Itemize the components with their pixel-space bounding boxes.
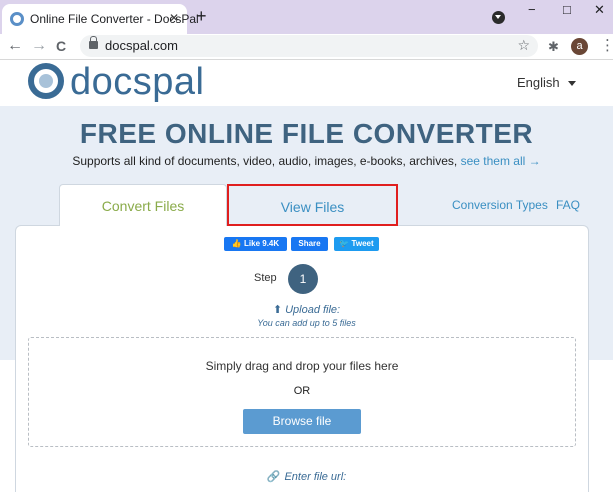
caret-down-icon [567,81,576,87]
link-icon: 🔗 [266,471,281,483]
site-logo-text[interactable]: docspal [70,61,204,103]
conversion-types-link[interactable]: Conversion Types [452,198,548,212]
forward-button[interactable]: → [31,37,47,55]
lock-icon[interactable] [89,36,98,49]
docspal-favicon-icon [10,12,24,26]
browser-menu-icon[interactable]: ⋮ [600,37,613,55]
address-bar[interactable]: docspal.com ☆ [80,35,538,57]
enter-file-url-heading: 🔗 Enter file url: [0,470,613,483]
step-number-badge: 1 [288,264,318,294]
upload-file-heading: ⬆ Upload file: [0,303,613,316]
twitter-bird-icon: 🐦 [339,239,352,248]
supported-formats-text: Supports all kind of documents, video, a… [72,154,461,168]
url-text: docspal.com [105,38,178,53]
upload-limit-text: You can add up to 5 files [257,318,356,328]
maximize-button[interactable]: □ [563,3,571,17]
back-button[interactable]: ← [7,37,23,55]
upload-file-title: Upload file: [285,304,341,316]
close-window-button[interactable]: ✕ [594,3,605,17]
like-label: Like 9.4K [244,239,280,248]
converter-tabs: Convert Files View Files Conversion Type… [0,184,613,226]
drop-instructions: Simply drag and drop your files here [205,359,399,373]
profile-avatar[interactable]: a [571,38,588,55]
site-header: docspal English [0,61,613,106]
thumbs-up-icon: 👍 [231,239,245,248]
docspal-logo-icon[interactable] [28,63,64,99]
language-selector[interactable]: English [517,75,576,90]
faq-link[interactable]: FAQ [556,198,580,212]
close-tab-icon[interactable]: ✕ [169,11,179,25]
facebook-share-button[interactable]: Share [291,237,328,251]
step-label: Step [254,272,277,284]
browse-file-button[interactable]: Browse file [243,409,361,434]
enter-file-url-title: Enter file url: [284,471,347,483]
tab-convert-files[interactable]: Convert Files [59,184,227,226]
minimize-button[interactable]: − [528,3,536,17]
new-tab-button[interactable]: + [196,7,207,25]
or-separator: OR [293,385,311,397]
tab-search-dropdown-icon[interactable] [492,11,505,24]
reload-button[interactable]: C [56,37,66,55]
extensions-icon[interactable]: ✱ [548,39,559,55]
page-title: FREE ONLINE FILE CONVERTER [79,118,534,149]
facebook-like-button[interactable]: 👍 Like 9.4K [224,237,287,251]
bookmark-star-icon[interactable]: ☆ [517,37,530,54]
upload-icon: ⬆ [272,304,283,316]
page-subtitle: Supports all kind of documents, video, a… [0,154,613,168]
tweet-label: Tweet [351,239,374,248]
file-drop-zone[interactable]: Simply drag and drop your files here OR … [28,337,576,447]
see-them-all-link[interactable]: see them all → [461,154,541,168]
browser-tab[interactable]: Online File Converter - DocsPal ✕ [2,4,199,34]
browser-toolbar: ← → C docspal.com ☆ ✱ a ⋮ [0,34,613,60]
language-label: English [517,75,560,90]
browser-tab-bar: Online File Converter - DocsPal ✕ + − □ … [0,0,613,34]
tab-view-files[interactable]: View Files [227,184,398,226]
tweet-button[interactable]: 🐦 Tweet [334,237,379,251]
